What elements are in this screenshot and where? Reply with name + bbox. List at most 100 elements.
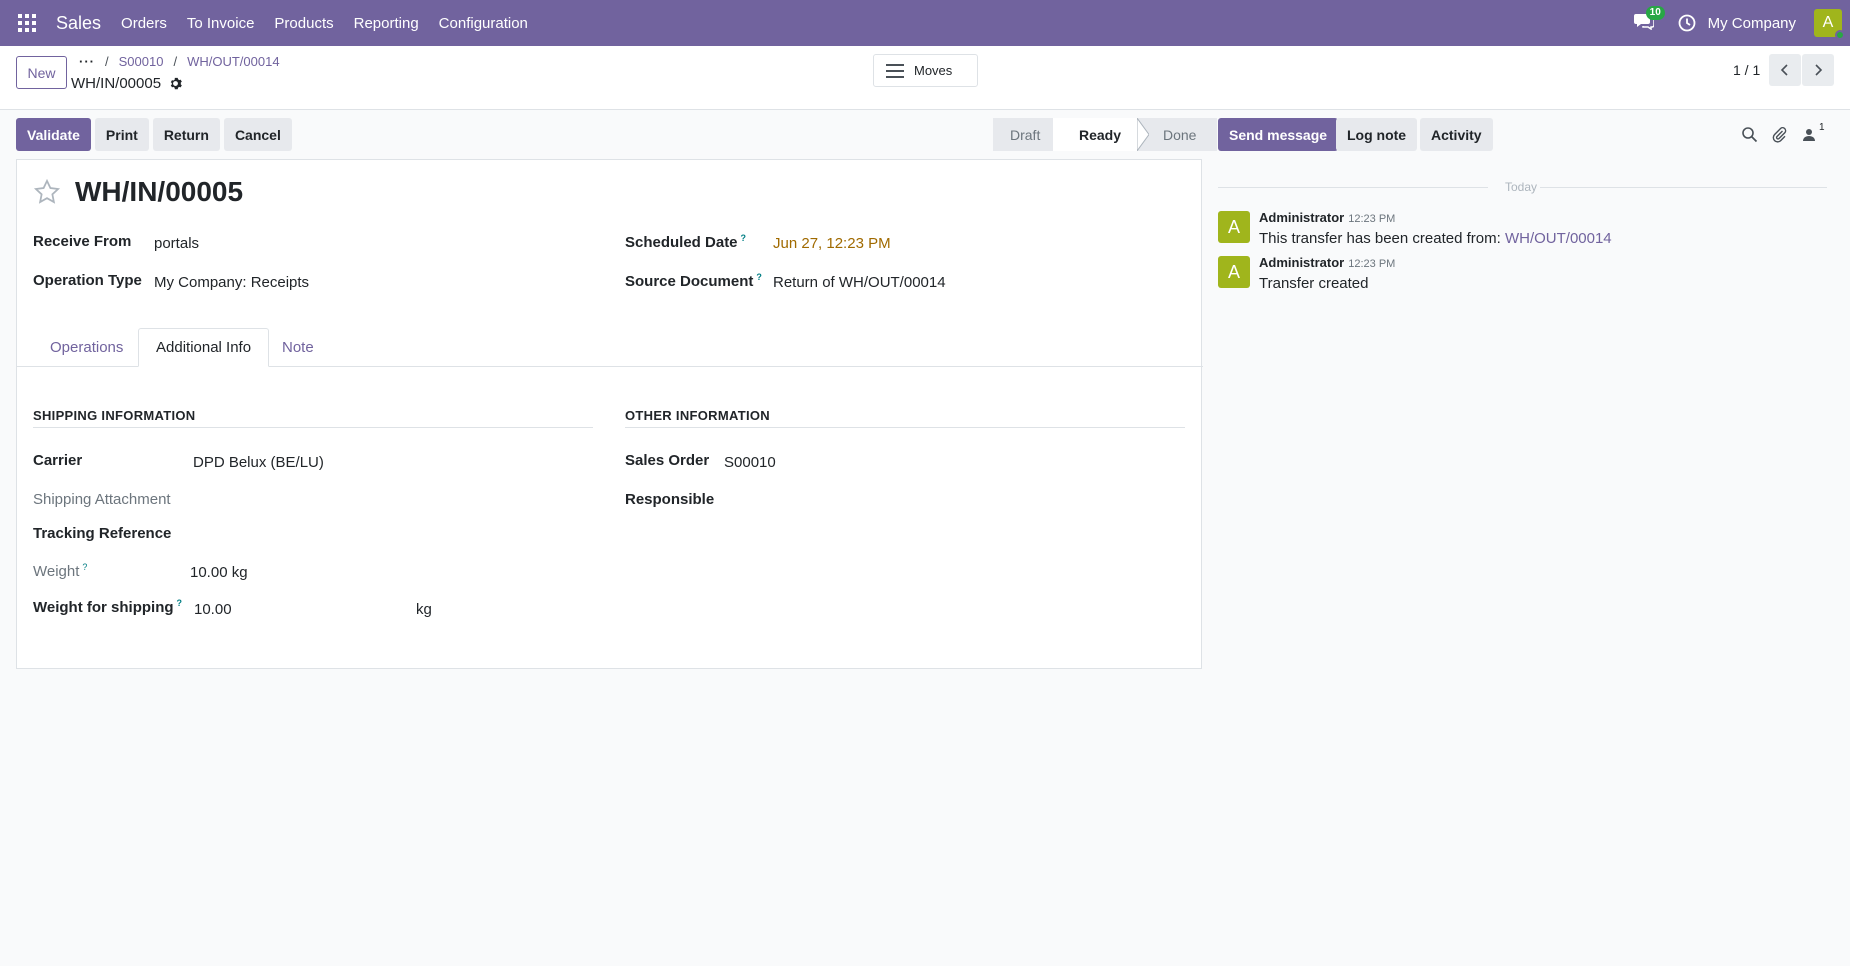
message-body: Transfer created [1259,275,1369,292]
weight-value: 10.00 kg [190,564,248,581]
weight-for-shipping-label: Weight for shipping? [33,598,182,616]
shipping-section-title: SHIPPING INFORMATION [33,408,196,423]
validate-button[interactable]: Validate [16,118,91,151]
help-tooltip-icon[interactable]: ? [756,272,762,282]
return-button[interactable]: Return [152,118,220,151]
log-note-button[interactable]: Log note [1336,118,1418,151]
weight-label-text: Weight [33,563,80,580]
message-author: Administrator 12:23 PM [1259,255,1395,270]
top-navbar: Sales Orders To Invoice Products Reporti… [0,0,1850,46]
pager-value[interactable]: 1 / 1 [1733,62,1760,78]
print-button[interactable]: Print [94,118,149,151]
tab-note[interactable]: Note [265,328,331,367]
followers-count: 1 [1819,122,1825,133]
receive-from-field[interactable]: portals [154,235,199,252]
weight-label: Weight? [33,562,87,580]
breadcrumb-ellipsis[interactable]: ··· [79,54,95,69]
stage-draft[interactable]: Draft [993,118,1053,151]
weight-for-shipping-unit: kg [416,601,432,618]
responsible-label: Responsible [625,491,715,508]
new-button[interactable]: New [16,56,67,89]
pager-previous-button[interactable] [1769,54,1801,86]
help-tooltip-icon[interactable]: ? [741,233,747,243]
message-avatar[interactable]: A [1218,211,1250,243]
carrier-field[interactable]: DPD Belux (BE/LU) [193,454,324,471]
help-tooltip-icon[interactable]: ? [177,598,183,608]
moves-smart-button[interactable]: Moves [873,54,978,87]
search-icon[interactable] [1741,126,1758,143]
message-author-name[interactable]: Administrator [1259,255,1344,270]
sales-order-field[interactable]: S00010 [724,454,776,471]
paperclip-icon[interactable] [1771,126,1788,143]
user-avatar-letter: A [1822,14,1834,31]
message-text: Transfer created [1259,275,1369,292]
form-sheet: WH/IN/00005 Receive From portals Operati… [16,159,1203,669]
menu-to-invoice[interactable]: To Invoice [187,15,255,32]
source-document-label: Source Document? [625,272,762,290]
other-section-title: OTHER INFORMATION [625,408,770,423]
message-time: 12:23 PM [1348,258,1396,270]
gear-icon[interactable] [169,77,182,90]
section-divider [625,427,1185,428]
apps-menu-icon[interactable] [18,14,36,32]
carrier-label: Carrier [33,452,83,469]
operation-type-label: Operation Type [33,272,142,289]
scheduled-date-label-text: Scheduled Date [625,234,738,251]
message-author-name[interactable]: Administrator [1259,210,1344,225]
message-text: This transfer has been created from: [1259,230,1501,247]
scheduled-date-label: Scheduled Date? [625,233,746,251]
tab-operations[interactable]: Operations [33,328,140,367]
user-avatar[interactable]: A [1814,9,1845,40]
scheduled-date-field[interactable]: Jun 27, 12:23 PM [773,235,891,252]
source-document-field[interactable]: Return of WH/OUT/00014 [773,274,946,291]
breadcrumb-item-sale-order[interactable]: S00010 [119,54,164,69]
message-link[interactable]: WH/OUT/00014 [1505,230,1612,247]
message-author: Administrator 12:23 PM [1259,210,1395,225]
stage-draft-label: Draft [1010,126,1041,143]
activity-clock-icon[interactable] [1678,14,1696,32]
breadcrumb: ··· / S00010 / WH/OUT/00014 [79,54,280,69]
moves-label: Moves [914,63,953,78]
status-bar: Draft Ready Done [993,118,1217,151]
breadcrumb-item-delivery[interactable]: WH/OUT/00014 [187,54,279,69]
form-actions: Validate Print Return Cancel [16,118,296,151]
menu-reporting[interactable]: Reporting [354,15,419,32]
send-message-button[interactable]: Send message [1218,118,1339,151]
stage-ready[interactable]: Ready [1053,118,1137,151]
messages-icon[interactable]: 10 [1633,6,1665,34]
message-time: 12:23 PM [1348,213,1396,225]
receive-from-label: Receive From [33,233,132,250]
menu-products[interactable]: Products [274,15,333,32]
day-separator-line [1218,187,1488,188]
current-record-label: WH/IN/00005 [71,75,162,92]
message-avatar[interactable]: A [1218,256,1250,288]
message-body: This transfer has been created from: WH/… [1259,230,1612,247]
weight-unit: kg [231,564,248,581]
chevron-left-icon [1780,64,1788,76]
menu-orders[interactable]: Orders [121,15,167,32]
stage-done[interactable]: Done [1149,118,1217,151]
tracking-reference-label: Tracking Reference [33,525,172,542]
star-icon[interactable] [33,178,61,206]
weight-number: 10.00 [190,564,228,581]
activity-button[interactable]: Activity [1420,118,1493,151]
day-separator-label: Today [1505,180,1538,194]
tab-additional-info[interactable]: Additional Info [138,328,270,367]
stage-done-label: Done [1163,126,1197,143]
control-panel: New ··· / S00010 / WH/OUT/00014 WH/IN/00… [0,46,1850,110]
messages-badge: 10 [1645,6,1665,20]
help-tooltip-icon[interactable]: ? [82,562,87,572]
menu-configuration[interactable]: Configuration [439,15,528,32]
source-document-label-text: Source Document [625,273,754,290]
app-name[interactable]: Sales [56,13,101,34]
notebook-tabs: Operations Additional Info Note [17,328,1203,367]
operation-type-field[interactable]: My Company: Receipts [154,274,309,291]
record-name: WH/IN/00005 [71,75,182,92]
weight-for-shipping-input[interactable]: 10.00 [194,601,232,618]
cancel-button[interactable]: Cancel [223,118,292,151]
pager-next-button[interactable] [1802,54,1834,86]
company-switcher[interactable]: My Company [1708,15,1796,32]
record-title: WH/IN/00005 [75,176,244,207]
followers-icon[interactable] [1802,126,1819,143]
chevron-right-icon [1815,64,1823,76]
